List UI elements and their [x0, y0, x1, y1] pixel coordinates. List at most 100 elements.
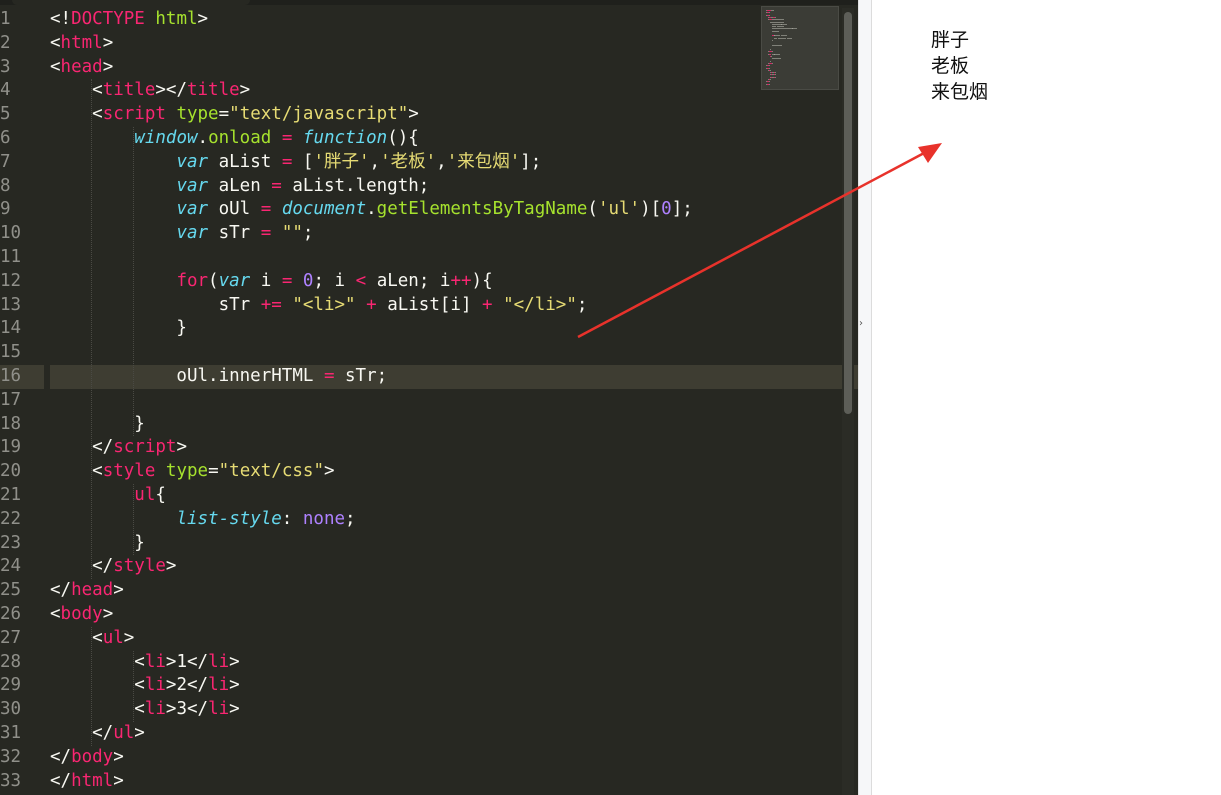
code-token: title: [102, 80, 156, 101]
code-token: type: [176, 104, 219, 125]
code-token: =: [208, 461, 219, 482]
code-token: onload: [208, 127, 272, 148]
line-number: 5: [0, 104, 11, 125]
minimap-stroke: [791, 37, 792, 39]
line-number-gutter: 1 2 3 4 5 6 7 8 9 10 11 12 13 14 15 16 17 18 19 20 21 22 23 24 2…: [0, 8, 44, 793]
line-number: 29: [0, 675, 22, 696]
code-token: script: [102, 104, 166, 125]
code-token: aList[i]: [376, 294, 483, 315]
code-token: head: [71, 580, 114, 601]
line-number: 26: [0, 603, 22, 624]
code-token: )[: [640, 199, 662, 220]
code-token: </: [50, 770, 72, 791]
vertical-scrollbar[interactable]: [842, 8, 854, 795]
code-token: style: [102, 461, 156, 482]
code-token: li: [208, 675, 230, 696]
code-token: oUl: [208, 199, 261, 220]
line-number: 23: [0, 532, 22, 553]
code-token: >: [113, 746, 124, 767]
minimap-stroke: [772, 44, 779, 46]
code-token: aList.length;: [281, 175, 430, 196]
code-token: document: [281, 199, 367, 220]
code-line: ul{: [50, 484, 858, 508]
code-token: =: [218, 104, 230, 125]
code-token: =: [281, 270, 293, 291]
code-token: head: [60, 56, 103, 77]
code-token: html: [60, 32, 103, 53]
code-token: li: [144, 675, 166, 696]
minimap[interactable]: [761, 6, 839, 90]
code-token: </: [50, 437, 114, 458]
code-token: <: [50, 603, 61, 624]
code-token: >: [229, 675, 240, 696]
code-token: >: [323, 461, 335, 482]
code-token: getElementsByTagName: [376, 199, 588, 220]
code-line: <head>: [50, 56, 858, 80]
minimap-stroke: [774, 72, 775, 74]
line-number: 7: [0, 151, 11, 172]
minimap-stroke: [775, 16, 776, 18]
code-token: >: [229, 699, 240, 720]
line-number: 10: [0, 223, 22, 244]
code-token: >: [102, 32, 114, 53]
code-line: sTr += "<li>" + aList[i] + "</li>";: [50, 294, 858, 318]
code-token: li: [208, 699, 230, 720]
minimap-stroke: [782, 21, 784, 23]
line-number: 21: [0, 484, 22, 505]
code-line: <ul>: [50, 627, 858, 651]
minimap-stroke: [774, 19, 783, 21]
code-token: li: [144, 651, 166, 672]
code-token: i: [250, 270, 282, 291]
code-token: 0: [302, 270, 314, 291]
minimap-stroke: [781, 28, 792, 30]
code-line: <title></title>: [50, 79, 858, 103]
code-editor[interactable]: 1 2 3 4 5 6 7 8 9 10 11 12 13 14 15 16 17 18 19 20 21 22 23 24 2…: [0, 0, 858, 795]
code-line: <style type="text/css">: [50, 460, 858, 484]
code-token: <: [50, 627, 103, 648]
line-number: 4: [0, 80, 11, 101]
line-number: 6: [0, 127, 11, 148]
tab-strip: [0, 0, 858, 5]
code-token: </: [50, 580, 72, 601]
code-line: </body>: [50, 746, 858, 770]
indent-guide: [91, 626, 92, 746]
code-line: oUl.innerHTML = sTr;: [50, 364, 858, 389]
code-token: list-style: [176, 508, 282, 529]
minimap-stroke: [780, 44, 782, 46]
code-token: aLen; i: [366, 270, 451, 291]
line-number: 1: [0, 9, 11, 29]
code-token: aList: [208, 151, 282, 172]
code-token: "text/javascript": [229, 104, 409, 125]
line-number: 17: [0, 389, 22, 410]
code-token: </: [50, 556, 114, 577]
code-line: }: [50, 532, 858, 556]
code-token: html: [71, 770, 114, 791]
code-line: for(var i = 0; i < aLen; i++){: [50, 270, 858, 294]
code-line: <body>: [50, 603, 858, 627]
code-token: ></: [155, 80, 187, 101]
code-area[interactable]: <!DOCTYPE html> <html> <head> <title></tit…: [50, 8, 858, 793]
code-line: </script>: [50, 436, 858, 460]
code-token: function: [302, 127, 388, 148]
minimap-stroke: [778, 30, 779, 32]
minimap-stroke: [786, 35, 787, 37]
code-token: <!: [50, 9, 72, 29]
code-token: ++: [450, 270, 472, 291]
scrollbar-thumb[interactable]: [844, 12, 852, 414]
code-token: <: [50, 56, 61, 77]
minimap-stroke: [772, 39, 773, 41]
tab-edge[interactable]: [12, 0, 250, 5]
code-token: li: [208, 651, 230, 672]
code-token: 'ul': [597, 199, 641, 220]
code-token: >: [113, 770, 124, 791]
code-token: '来包烟': [446, 151, 521, 172]
